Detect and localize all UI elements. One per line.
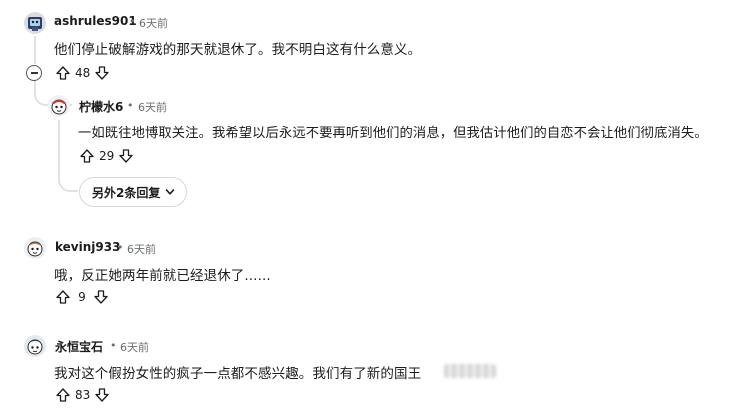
vote-controls: 83 <box>54 385 111 405</box>
more-replies-button[interactable]: 另外2条回复 <box>79 177 188 207</box>
comment-timestamp: 6天前 <box>127 243 156 256</box>
avatar[interactable] <box>24 335 46 357</box>
comment-author[interactable]: 永恒宝石 <box>55 338 103 355</box>
blurred-content <box>444 364 496 378</box>
vote-score: 29 <box>99 149 115 163</box>
upvote-button[interactable] <box>54 386 72 404</box>
arrow-up-icon <box>80 149 94 163</box>
minus-icon <box>30 72 38 74</box>
downvote-button[interactable] <box>92 288 110 306</box>
thread-line <box>34 36 36 64</box>
arrow-down-icon <box>95 388 109 402</box>
arrow-up-icon <box>56 388 70 402</box>
comment-author[interactable]: kevinj933 <box>55 240 120 254</box>
vote-controls: 9 <box>54 287 110 307</box>
comment-text: 一如既往地博取关注。我希望以后永远不要再听到他们的消息，但我估计他们的自恋不会让… <box>78 126 708 141</box>
chevron-down-icon <box>166 189 175 195</box>
comment-timestamp: 6天前 <box>139 17 168 30</box>
avatar[interactable] <box>48 95 70 117</box>
upvote-button[interactable] <box>54 64 72 82</box>
downvote-button[interactable] <box>117 147 135 165</box>
separator-dot: • <box>110 339 117 352</box>
comment-text: 我对这个假扮女性的疯子一点都不感兴趣。我们有了新的国王 <box>54 366 422 382</box>
arrow-up-icon <box>56 290 70 304</box>
arrow-down-icon <box>95 66 109 80</box>
separator-dot: • <box>129 15 136 28</box>
separator-dot: • <box>117 241 124 254</box>
vote-controls: 48 <box>54 63 111 83</box>
comment-author[interactable]: 柠檬水6 <box>79 98 123 115</box>
comment-timestamp: 6天前 <box>138 101 167 114</box>
comment-text: 他们停止破解游戏的那天就退休了。我不明白这有什么意义。 <box>54 42 422 58</box>
upvote-button[interactable] <box>78 147 96 165</box>
arrow-down-icon <box>119 149 133 163</box>
collapse-thread-button[interactable] <box>26 65 42 81</box>
vote-score: 9 <box>78 290 86 304</box>
downvote-button[interactable] <box>93 386 111 404</box>
comment-author[interactable]: ashrules901 <box>54 14 137 28</box>
arrow-up-icon <box>56 66 70 80</box>
comment-text: 哦，反正她两年前就已经退休了...... <box>54 268 271 284</box>
vote-controls: 29 <box>78 146 135 166</box>
upvote-button[interactable] <box>54 288 72 306</box>
vote-score: 48 <box>75 66 91 80</box>
separator-dot: • <box>127 99 134 112</box>
more-replies-connector <box>58 120 78 192</box>
arrow-down-icon <box>94 290 108 304</box>
downvote-button[interactable] <box>93 64 111 82</box>
vote-score: 83 <box>75 388 91 402</box>
avatar[interactable] <box>24 237 46 259</box>
more-replies-label: 另外2条回复 <box>92 185 161 200</box>
avatar[interactable] <box>24 12 46 34</box>
comment-timestamp: 6天前 <box>120 341 149 354</box>
